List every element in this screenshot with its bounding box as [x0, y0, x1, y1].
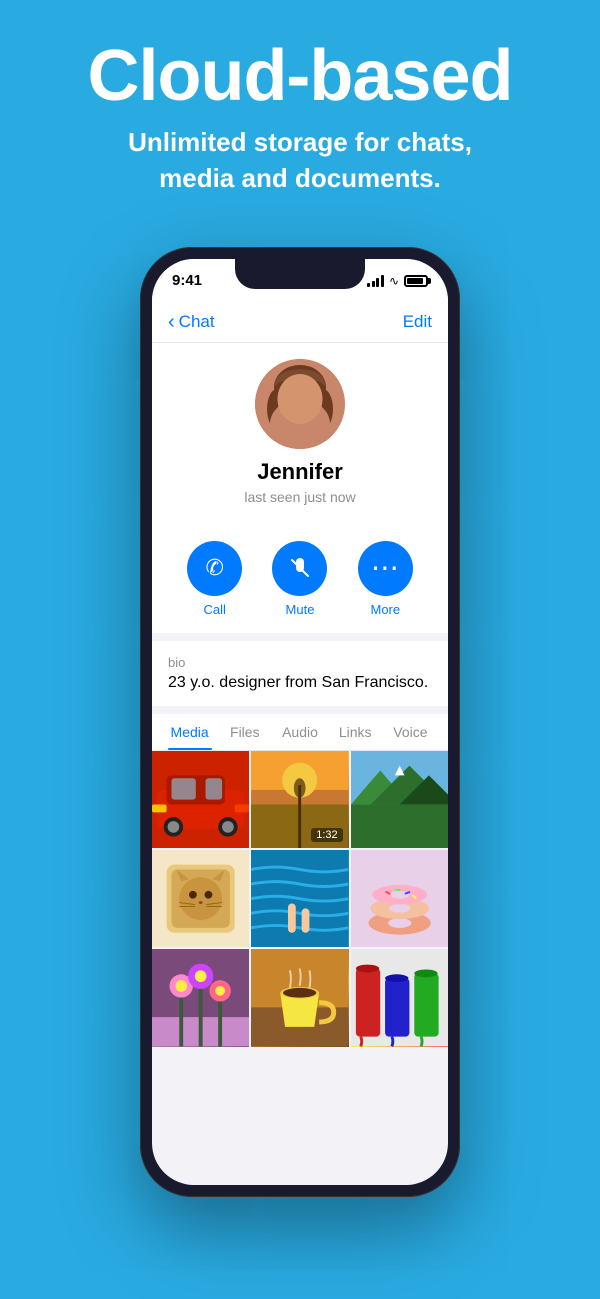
- profile-name: Jennifer: [257, 459, 343, 485]
- profile-status: last seen just now: [244, 489, 355, 505]
- mute-button-circle: [272, 541, 327, 596]
- nav-bar: ‹ Chat Edit: [152, 303, 448, 343]
- call-button[interactable]: ✆ Call: [187, 541, 242, 617]
- video-duration: 1:32: [311, 828, 342, 842]
- tab-links[interactable]: Links: [328, 714, 383, 750]
- media-thumb-toast: [152, 850, 249, 947]
- battery-icon: [404, 275, 428, 287]
- back-label: Chat: [179, 312, 215, 332]
- tab-voice[interactable]: Voice: [383, 714, 438, 750]
- media-tabs: Media Files Audio Links Voice: [152, 714, 448, 751]
- media-item-3[interactable]: [351, 751, 448, 848]
- background: Cloud-based Unlimited storage for chats,…: [0, 0, 600, 1299]
- separator-1: [152, 633, 448, 641]
- wifi-icon: ∿: [389, 274, 399, 288]
- action-buttons: ✆ Call Mute: [152, 525, 448, 633]
- media-thumb-mountain: [351, 751, 448, 848]
- hero-section: Cloud-based Unlimited storage for chats,…: [0, 0, 600, 217]
- phone-screen: 9:41 ∿: [152, 259, 448, 1185]
- status-time: 9:41: [172, 272, 202, 289]
- ellipsis-icon: ⋯: [371, 554, 400, 582]
- back-button[interactable]: ‹ Chat: [168, 311, 215, 334]
- media-thumb-coffee: [251, 949, 348, 1046]
- more-button[interactable]: ⋯ More: [358, 541, 413, 617]
- phone-icon: ✆: [205, 555, 223, 581]
- media-thumb-paint: [351, 949, 448, 1046]
- mute-button[interactable]: Mute: [272, 541, 327, 617]
- media-thumb-red-car: [152, 751, 249, 848]
- tab-audio[interactable]: Audio: [272, 714, 327, 750]
- media-item-9[interactable]: [351, 949, 448, 1046]
- phone-mockup: 9:41 ∿: [0, 247, 600, 1197]
- tab-files[interactable]: Files: [217, 714, 272, 750]
- media-item-2[interactable]: 1:32: [251, 751, 348, 848]
- hero-subtitle: Unlimited storage for chats,media and do…: [20, 124, 580, 197]
- bio-label: bio: [168, 655, 432, 670]
- media-grid: 1:32: [152, 751, 448, 1047]
- media-thumb-pool: [251, 850, 348, 947]
- status-bar: 9:41 ∿: [152, 259, 448, 303]
- media-item-5[interactable]: [251, 850, 348, 947]
- separator-2: [152, 706, 448, 714]
- edit-button[interactable]: Edit: [403, 312, 432, 332]
- chevron-left-icon: ‹: [168, 311, 175, 334]
- media-item-4[interactable]: [152, 850, 249, 947]
- bio-section: bio 23 y.o. designer from San Francisco.: [152, 641, 448, 706]
- bio-text: 23 y.o. designer from San Francisco.: [168, 674, 432, 692]
- media-thumb-donuts: [351, 850, 448, 947]
- status-icons: ∿: [367, 274, 428, 288]
- phone-outer: 9:41 ∿: [140, 247, 460, 1197]
- signal-icon: [367, 275, 384, 287]
- hero-title: Cloud-based: [20, 40, 580, 112]
- media-item-1[interactable]: [152, 751, 249, 848]
- more-label: More: [371, 602, 401, 617]
- media-thumb-flowers: [152, 949, 249, 1046]
- profile-section: Jennifer last seen just now: [152, 343, 448, 525]
- avatar-image: [255, 359, 345, 449]
- mute-label: Mute: [286, 602, 315, 617]
- tab-media[interactable]: Media: [162, 714, 217, 750]
- media-item-7[interactable]: [152, 949, 249, 1046]
- call-label: Call: [203, 602, 225, 617]
- avatar: [255, 359, 345, 449]
- media-item-6[interactable]: [351, 850, 448, 947]
- more-button-circle: ⋯: [358, 541, 413, 596]
- media-item-8[interactable]: [251, 949, 348, 1046]
- notch: [235, 259, 365, 289]
- call-button-circle: ✆: [187, 541, 242, 596]
